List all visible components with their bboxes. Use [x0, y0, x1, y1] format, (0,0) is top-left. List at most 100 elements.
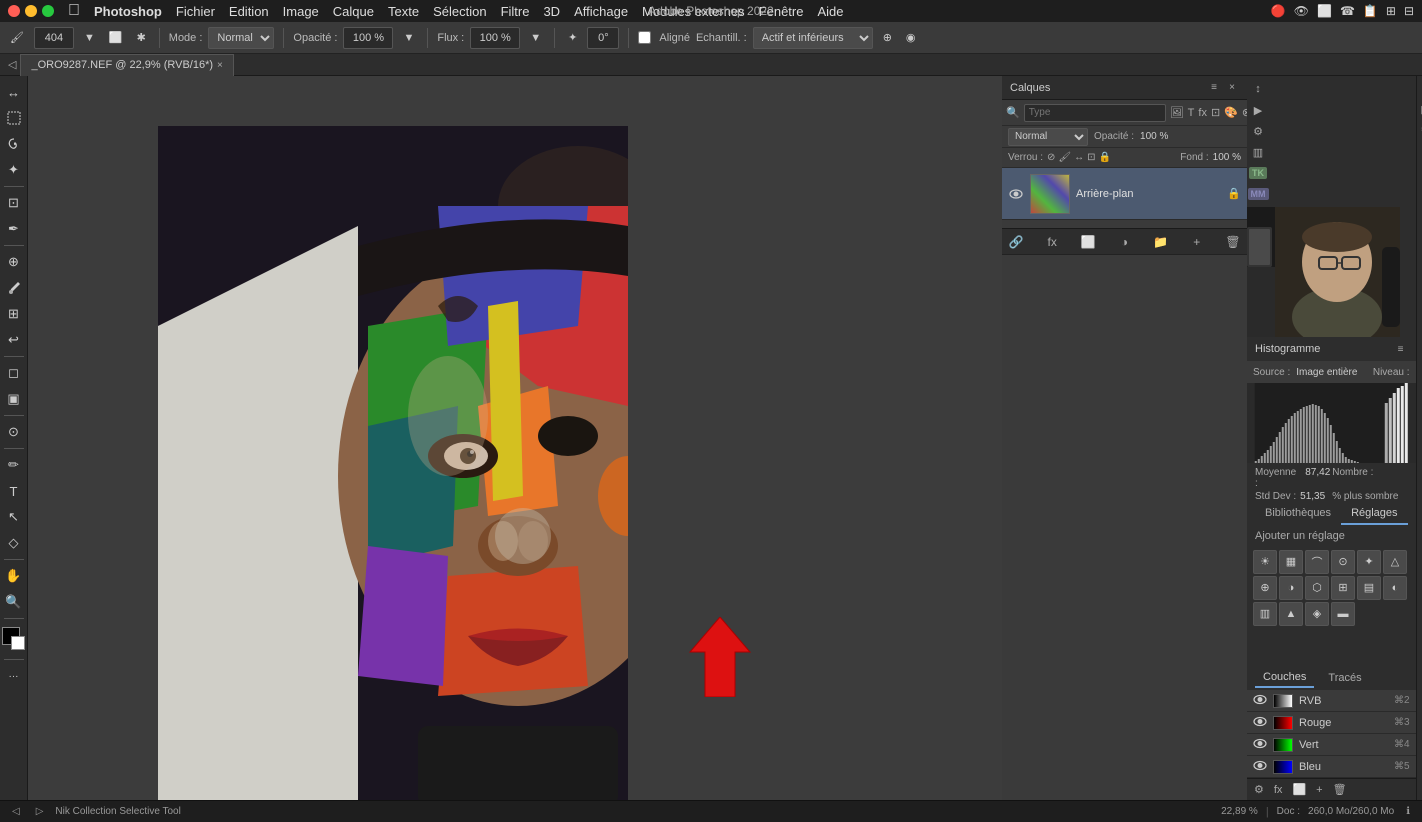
pressure-btn2[interactable]: ✱ — [133, 29, 150, 46]
lasso-tool-btn[interactable] — [2, 132, 26, 156]
lock-position-icon[interactable]: ↔ — [1074, 152, 1084, 163]
hand-tool-btn[interactable]: ✋ — [2, 564, 26, 588]
layer-link-btn[interactable]: 🔗 — [1006, 232, 1026, 252]
shape-tool-btn[interactable]: ◇ — [2, 531, 26, 555]
menu-edition[interactable]: Edition — [229, 4, 269, 19]
blend-mode-select[interactable]: Normal — [208, 27, 274, 49]
flux-dropdown[interactable]: ▼ — [526, 30, 545, 46]
layers-panel-close[interactable]: × — [1225, 81, 1239, 95]
adj-exposure-btn[interactable]: ⊙ — [1331, 550, 1355, 574]
adj-posterize-btn[interactable]: ▥ — [1253, 602, 1277, 626]
app-menu-photoshop[interactable]: Photoshop — [94, 4, 162, 19]
minimize-button[interactable] — [25, 5, 37, 17]
layer-adj-btn[interactable]: ◑ — [1114, 232, 1134, 252]
channel-vis-rvb[interactable] — [1253, 694, 1267, 708]
menu-aide[interactable]: Aide — [817, 4, 843, 19]
panels-btn[interactable]: ▥ — [1249, 143, 1267, 161]
layer-new-btn[interactable]: + — [1187, 232, 1207, 252]
layer-folder-btn[interactable]: 📁 — [1151, 232, 1171, 252]
tab-bibliotheques[interactable]: Bibliothèques — [1255, 503, 1341, 525]
close-button[interactable] — [8, 5, 20, 17]
clone-stamp-btn[interactable]: ⊞ — [2, 302, 26, 326]
sync-btn[interactable]: ↕ — [1249, 80, 1267, 98]
document-tab[interactable]: _ORO9287.NEF @ 22,9% (RVB/16*) × — [20, 54, 233, 76]
spot-heal-btn[interactable]: ⊕ — [2, 250, 26, 274]
pressure-btn1[interactable]: ⬜ — [105, 29, 127, 46]
layer-visibility-icon[interactable] — [1008, 186, 1024, 202]
gradient-btn[interactable]: ▣ — [2, 387, 26, 411]
filter-kind-btn[interactable]: 🖼 — [1170, 106, 1184, 120]
layer-blend-select[interactable]: Normal — [1008, 128, 1088, 146]
channel-mask-btn[interactable]: ⬜ — [1289, 783, 1309, 796]
pressure2-btn[interactable]: ◉ — [902, 29, 920, 46]
tab-couches[interactable]: Couches — [1255, 668, 1314, 688]
layer-delete-btn[interactable]: 🗑 — [1223, 232, 1243, 252]
play-btn[interactable]: ▶ — [1249, 101, 1267, 119]
layers-panel-menu[interactable]: ≡ — [1207, 81, 1221, 95]
adj-gradientmap-btn[interactable]: ▬ — [1331, 602, 1355, 626]
brush-tool-btn[interactable] — [2, 276, 26, 300]
status-info-btn[interactable]: ℹ — [1402, 804, 1414, 819]
menu-3d[interactable]: 3D — [543, 4, 560, 19]
channel-delete-btn[interactable]: 🗑 — [1330, 783, 1350, 796]
crop-tool-btn[interactable]: ⊡ — [2, 191, 26, 215]
move-tool-btn[interactable]: ↔ — [2, 80, 26, 104]
sample-select[interactable]: Actif et inférieurs — [753, 27, 873, 49]
extra-tools-btn[interactable]: ··· — [2, 664, 26, 688]
right-edge-btn2[interactable]: ▶ — [1417, 100, 1422, 118]
color-swatches[interactable] — [2, 627, 26, 651]
right-edge-btn1[interactable]: ↕ — [1417, 80, 1422, 98]
airbrush-btn[interactable]: ✦ — [564, 29, 581, 46]
adj-photofilter-btn[interactable]: ⬡ — [1305, 576, 1329, 600]
layer-row-arriere-plan[interactable]: Arrière-plan 🔒 — [1002, 168, 1247, 220]
maximize-button[interactable] — [42, 5, 54, 17]
filter-color-btn[interactable]: 🎨 — [1224, 106, 1238, 120]
settings-btn[interactable]: ⚙ — [1249, 122, 1267, 140]
dodge-btn[interactable]: ⊙ — [2, 420, 26, 444]
adj-hsl-btn[interactable]: △ — [1383, 550, 1407, 574]
channel-row-rvb[interactable]: RVB ⌘2 — [1247, 690, 1416, 712]
channel-row-rouge[interactable]: Rouge ⌘3 — [1247, 712, 1416, 734]
adj-threshold-btn[interactable]: ▲ — [1279, 602, 1303, 626]
adj-brightness-btn[interactable]: ☀ — [1253, 550, 1277, 574]
adj-colorlookup-btn[interactable]: ▤ — [1357, 576, 1381, 600]
adj-curves-btn[interactable]: ⌒ — [1305, 550, 1329, 574]
menu-fichier[interactable]: Fichier — [176, 4, 215, 19]
magic-wand-btn[interactable]: ✦ — [2, 158, 26, 182]
status-nav-prev[interactable]: ◁ — [8, 804, 24, 819]
right-edge-btn3[interactable]: ⚙ — [1417, 120, 1422, 138]
menu-filtre[interactable]: Filtre — [501, 4, 530, 19]
channel-row-vert[interactable]: Vert ⌘4 — [1247, 734, 1416, 756]
tk-btn[interactable]: TK — [1249, 164, 1267, 182]
pen-tool-btn[interactable]: ✏ — [2, 453, 26, 477]
flux-input[interactable] — [470, 27, 520, 49]
channel-row-bleu[interactable]: Bleu ⌘5 — [1247, 756, 1416, 778]
channel-vis-rouge[interactable] — [1253, 716, 1267, 730]
eyedropper-tool-btn[interactable]: ✒ — [2, 217, 26, 241]
adj-levels-btn[interactable]: ▦ — [1279, 550, 1303, 574]
menu-selection[interactable]: Sélection — [433, 4, 486, 19]
filter-type-btn[interactable]: T — [1188, 106, 1195, 120]
status-nav-next[interactable]: ▷ — [32, 804, 48, 819]
menu-calque[interactable]: Calque — [333, 4, 374, 19]
channel-fx-btn[interactable]: fx — [1271, 784, 1286, 796]
adj-channelmixer-btn[interactable]: ⊞ — [1331, 576, 1355, 600]
lock-image-icon[interactable]: 🖌 — [1058, 152, 1071, 163]
adj-colorbalance-btn[interactable]: ⊕ — [1253, 576, 1277, 600]
background-color[interactable] — [11, 636, 25, 650]
adj-vibrance-btn[interactable]: ✦ — [1357, 550, 1381, 574]
opacity-dropdown[interactable]: ▼ — [399, 30, 418, 46]
angle-input[interactable] — [587, 27, 619, 49]
menu-affichage[interactable]: Affichage — [574, 4, 628, 19]
menu-image[interactable]: Image — [283, 4, 319, 19]
lock-transparent-icon[interactable]: ⊘ — [1047, 152, 1055, 163]
menu-texte[interactable]: Texte — [388, 4, 419, 19]
tab-arrow-left[interactable]: ◁ — [8, 58, 16, 71]
channel-vis-vert[interactable] — [1253, 738, 1267, 752]
adj-selective-btn[interactable]: ◈ — [1305, 602, 1329, 626]
channel-new-btn[interactable]: + — [1313, 784, 1325, 796]
tab-reglages[interactable]: Réglages — [1341, 503, 1407, 525]
filter-effect-btn[interactable]: fx — [1198, 106, 1207, 120]
tab-traces[interactable]: Tracés — [1320, 668, 1369, 688]
history-brush-btn[interactable]: ↩ — [2, 328, 26, 352]
